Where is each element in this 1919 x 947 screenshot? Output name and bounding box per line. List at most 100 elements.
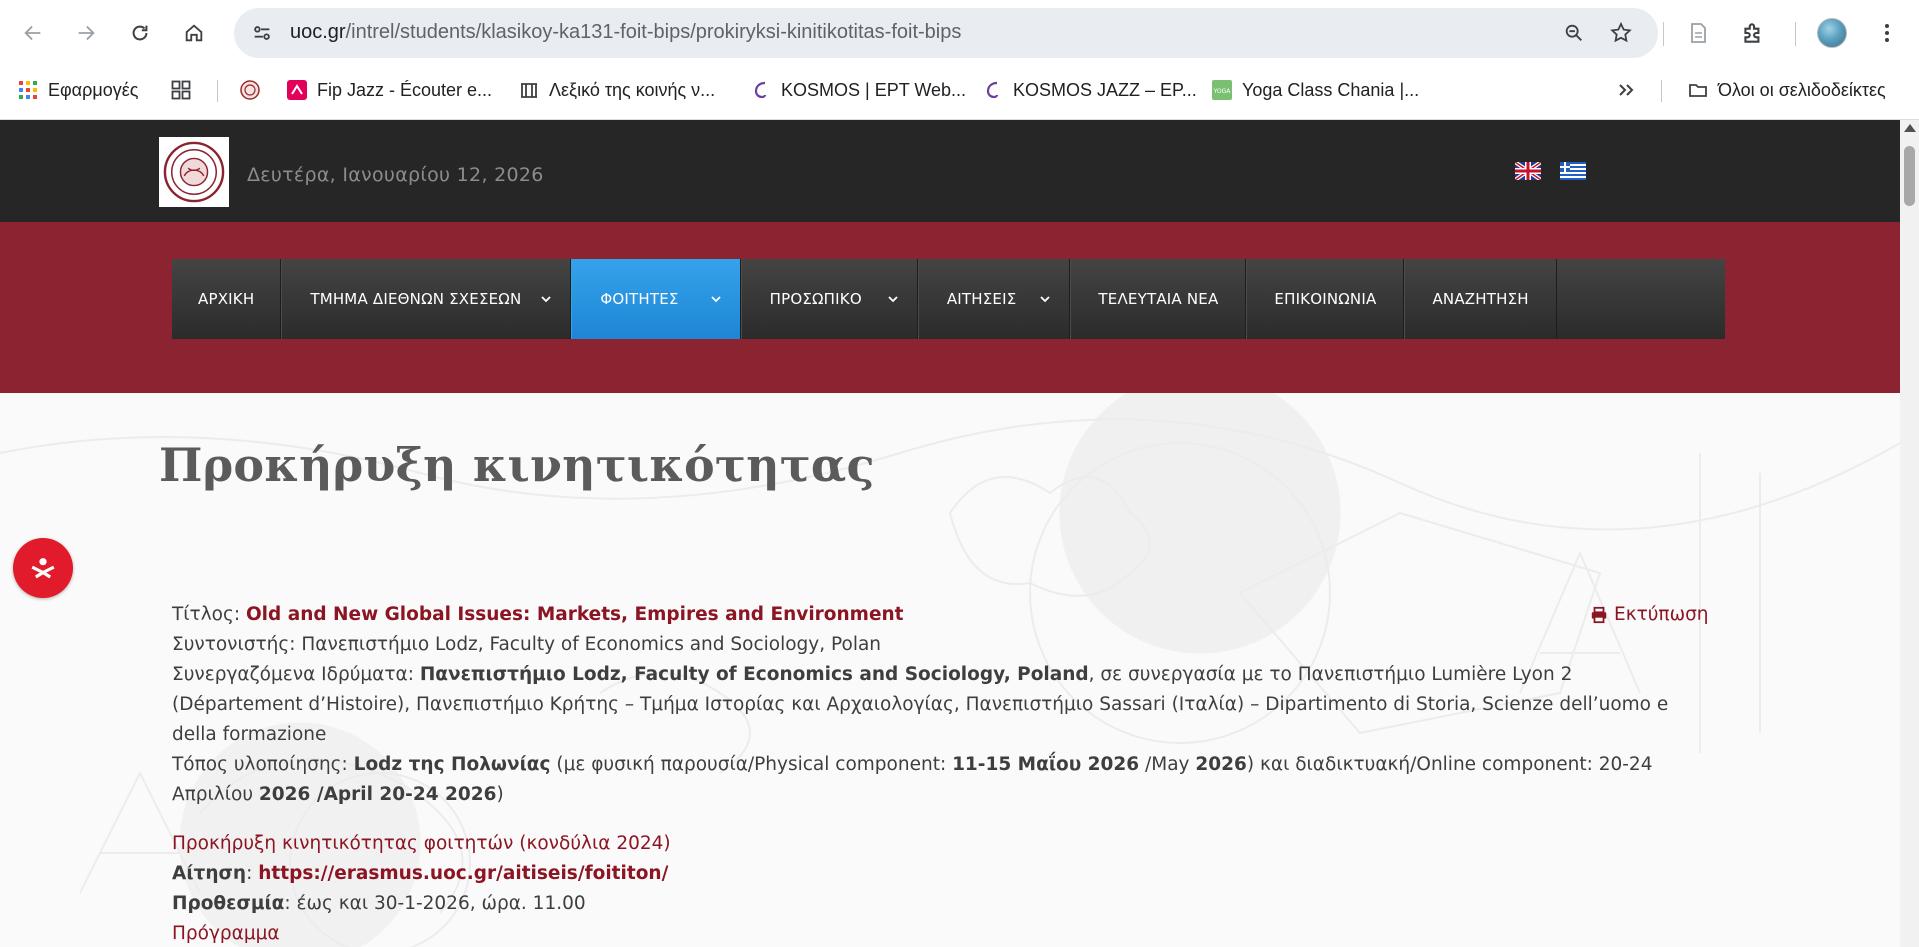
extensions-icon[interactable] xyxy=(1738,18,1768,48)
bookmark-label: KOSMOS JAZZ – EP... xyxy=(1013,79,1197,100)
place-online-dates: 2026 /April 20-24 2026 xyxy=(258,784,497,805)
menu-label: ΤΜΗΜΑ ΔΙΕΘΝΩΝ ΣΧΕΣΕΩΝ xyxy=(310,290,522,308)
menu-item-staff[interactable]: ΠΡΟΣΩΠΙΚΟ xyxy=(740,259,918,339)
all-bookmarks-label: Όλοι οι σελιδοδείκτες xyxy=(1718,79,1886,100)
program-line: Πρόγραμμα xyxy=(172,919,1712,947)
deadline-label: Προθεσμία xyxy=(172,893,285,914)
english-flag-icon[interactable] xyxy=(1513,160,1543,182)
grid-icon xyxy=(171,80,191,100)
coordinator-value: Πανεπιστήμιο Lodz, Faculty of Economics … xyxy=(301,634,882,655)
menu-item-contact[interactable]: ΕΠΙΚΟΙΝΩΝΙΑ xyxy=(1246,259,1405,339)
fip-icon xyxy=(287,80,307,100)
chevron-down-icon xyxy=(539,292,553,306)
coordinator-label: Συντονιστής: xyxy=(172,634,296,655)
partners-label: Συνεργαζόμενα Ιδρύματα: xyxy=(172,664,414,685)
program-link[interactable]: Πρόγραμμα xyxy=(172,923,280,944)
bookmark-yoga[interactable]: YOGA Yoga Class Chania |... xyxy=(1212,76,1419,104)
call-link[interactable]: Προκήρυξη κινητικότητας φοιτητών (κονδύλ… xyxy=(172,833,671,854)
url-host: uoc.gr xyxy=(290,21,346,43)
title-line: Τίτλος: Old and New Global Issues: Marke… xyxy=(172,600,1712,630)
browser-chrome: uoc.gr/intrel/students/klasikoy-ka131-fo… xyxy=(0,0,1919,120)
menu-item-students[interactable]: ΦΟΙΤΗΤΕΣ xyxy=(571,259,741,339)
article-body: Τίτλος: Old and New Global Issues: Marke… xyxy=(172,600,1712,947)
menu-item-search[interactable]: ΑΝΑΖΗΤΗΣΗ xyxy=(1404,259,1557,339)
reload-icon xyxy=(132,25,148,41)
kosmos-icon xyxy=(986,81,999,99)
home-icon xyxy=(185,24,203,42)
bookmarks-overflow-button[interactable] xyxy=(1616,76,1636,104)
bookmark-uoc[interactable] xyxy=(240,76,260,104)
bookmarks-bar: Εφαρμογές Fip Jazz - Écouter e... Λεξικό… xyxy=(0,70,1919,110)
zoom-icon[interactable] xyxy=(1561,20,1587,46)
partners-rest: (Département d’Histoire), Πανεπιστήμιο Κ… xyxy=(172,694,1669,715)
bookmark-label: Yoga Class Chania |... xyxy=(1242,79,1420,100)
university-logo[interactable] xyxy=(159,137,229,207)
main-menu: ΑΡΧΙΚΗ ΤΜΗΜΑ ΔΙΕΘΝΩΝ ΣΧΕΣΕΩΝ ΦΟΙΤΗΤΕΣ ΠΡ… xyxy=(172,259,1725,339)
partners-rest: , σε συνεργασία με το Πανεπιστήμιο Lumiè… xyxy=(1088,664,1573,685)
scroll-thumb[interactable] xyxy=(1904,146,1915,206)
bookmark-label: Εφαρμογές xyxy=(48,79,139,100)
place-label: Τόπος υλοποίησης: xyxy=(172,754,348,775)
menu-item-latest-news[interactable]: ΤΕΛΕΥΤΑΙΑ ΝΕΑ xyxy=(1070,259,1247,339)
menu-label: ΑΡΧΙΚΗ xyxy=(198,290,255,308)
menu-label: ΑΝΑΖΗΤΗΣΗ xyxy=(1432,290,1529,308)
browser-toolbar: uoc.gr/intrel/students/klasikoy-ka131-fo… xyxy=(0,0,1919,68)
all-bookmarks-button[interactable]: Όλοι οι σελιδοδείκτες xyxy=(1688,76,1886,104)
bookmark-label: Fip Jazz - Écouter e... xyxy=(317,79,493,100)
star-icon[interactable] xyxy=(1608,20,1634,46)
address-bar[interactable]: uoc.gr/intrel/students/klasikoy-ka131-fo… xyxy=(234,8,1658,58)
site-info-icon[interactable] xyxy=(250,21,274,45)
bookmark-kosmos-jazz[interactable]: KOSMOS JAZZ – EP... xyxy=(983,76,1197,104)
menu-label: ΑΙΤΗΣΕΙΣ xyxy=(946,290,1017,308)
yoga-icon: YOGA xyxy=(1212,80,1232,100)
bookmark-grid[interactable] xyxy=(171,76,191,104)
menu-label: ΦΟΙΤΗΤΕΣ xyxy=(600,290,679,308)
greek-flag-icon[interactable] xyxy=(1560,162,1586,180)
reload-button[interactable] xyxy=(122,15,158,51)
bookmark-fip-jazz[interactable]: Fip Jazz - Écouter e... xyxy=(287,76,492,104)
chevron-down-icon xyxy=(709,292,723,306)
coordinator-line: Συντονιστής: Πανεπιστήμιο Lodz, Faculty … xyxy=(172,630,1712,660)
back-button[interactable] xyxy=(15,15,51,51)
menu-label: ΤΕΛΕΥΤΑΙΑ ΝΕΑ xyxy=(1098,290,1219,308)
svg-text:YOGA: YOGA xyxy=(1213,88,1232,95)
place-text: Απριλίου xyxy=(172,784,259,805)
menu-label: ΠΡΟΣΩΠΙΚΟ xyxy=(769,290,862,308)
chevron-down-icon xyxy=(886,292,900,306)
page-scrollbar[interactable] xyxy=(1900,120,1919,947)
menu-item-international-relations[interactable]: ΤΜΗΜΑ ΔΙΕΘΝΩΝ ΣΧΕΣΕΩΝ xyxy=(281,259,572,339)
arrow-left-icon xyxy=(24,25,41,41)
accessibility-button[interactable] xyxy=(13,538,73,598)
deadline-value: : έως και 30-1-2026, ώρα. 11.00 xyxy=(284,893,586,914)
deadline-line: Προθεσμία: έως και 30-1-2026, ώρα. 11.00 xyxy=(172,889,1712,919)
application-link[interactable]: https://erasmus.uoc.gr/aitiseis/foititon… xyxy=(258,863,668,884)
page-title: Προκήρυξη κινητικότητας xyxy=(159,438,875,492)
reading-mode-icon[interactable] xyxy=(1683,18,1713,48)
home-button[interactable] xyxy=(176,15,212,51)
scroll-up-arrow-icon[interactable] xyxy=(1904,124,1916,132)
kosmos-icon xyxy=(754,81,767,99)
double-chevron-right-icon xyxy=(1619,84,1634,96)
menu-item-home[interactable]: ΑΡΧΙΚΗ xyxy=(172,259,282,339)
program-title: Old and New Global Issues: Markets, Empi… xyxy=(245,604,904,625)
place-text: (με φυσική παρουσία/Physical component: xyxy=(550,754,953,775)
bookmark-kosmos[interactable]: KOSMOS | ΕΡΤ Web... xyxy=(751,76,966,104)
place-text: ) xyxy=(496,784,504,805)
menu-item-applications[interactable]: ΑΙΤΗΣΕΙΣ xyxy=(917,259,1071,339)
url-text[interactable]: uoc.gr/intrel/students/klasikoy-ka131-fo… xyxy=(290,21,961,44)
more-menu-icon[interactable] xyxy=(1872,18,1902,48)
bookmark-lexicon[interactable]: Λεξικό της κοινής ν... xyxy=(519,76,715,104)
partners-line: Συνεργαζόμενα Ιδρύματα: Πανεπιστήμιο Lod… xyxy=(172,660,1712,750)
current-date: Δευτέρα, Ιανουαρίου 12, 2026 xyxy=(247,164,544,186)
bookmark-apps[interactable]: Εφαρμογές xyxy=(18,76,138,104)
place-text: /May xyxy=(1139,754,1196,775)
title-label: Τίτλος: xyxy=(172,604,241,625)
call-line: Προκήρυξη κινητικότητας φοιτητών (κονδύλ… xyxy=(172,829,1712,859)
url-path: /intrel/students/klasikoy-ka131-foit-bip… xyxy=(345,21,962,43)
profile-avatar[interactable] xyxy=(1817,18,1847,48)
place-city: Lodz της Πολωνίας xyxy=(353,754,551,775)
partners-main: Πανεπιστήμιο Lodz, Faculty of Economics … xyxy=(419,664,1089,685)
bookmark-label: KOSMOS | ΕΡΤ Web... xyxy=(781,79,967,100)
place-line: Τόπος υλοποίησης: Lodz της Πολωνίας (με … xyxy=(172,750,1712,810)
forward-button[interactable] xyxy=(68,15,104,51)
